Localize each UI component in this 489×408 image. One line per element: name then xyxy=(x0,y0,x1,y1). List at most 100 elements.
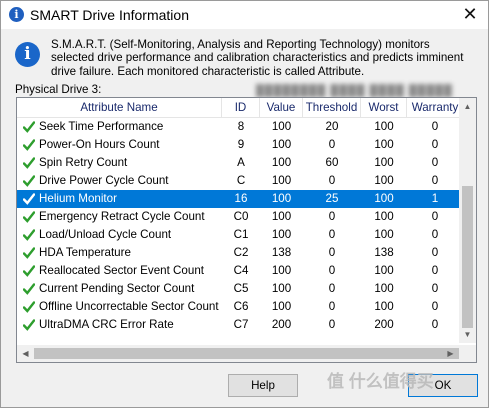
table-row[interactable]: Offline Uncorrectable Sector Count C6 100 0… xyxy=(17,298,463,316)
table-row[interactable]: UltraDMA CRC Error Rate C7 200 0 200 0 xyxy=(17,316,463,334)
horizontal-scrollbar[interactable]: ◀ ▶ xyxy=(17,345,459,362)
checkmark-icon xyxy=(23,193,35,205)
cell-attribute-name: Helium Monitor xyxy=(17,190,222,208)
cell-worst: 100 xyxy=(374,282,394,295)
cell-worst: 200 xyxy=(374,318,394,331)
cell-value: 100 xyxy=(271,300,292,313)
column-header-worst[interactable]: Worst xyxy=(361,98,407,117)
cell-value: 200 xyxy=(271,318,292,331)
attribute-name-label: Power-On Hours Count xyxy=(39,138,160,151)
table-row[interactable]: Reallocated Sector Event Count C4 100 0 100 0 xyxy=(17,262,463,280)
vertical-scrollbar[interactable]: ▲ ▼ xyxy=(459,98,476,343)
table-row[interactable]: HDA Temperature C2 138 0 138 0 xyxy=(17,244,463,262)
table-row[interactable]: Seek Time Performance 8 100 20 100 0 xyxy=(17,118,463,136)
attribute-name-label: Drive Power Cycle Count xyxy=(39,174,169,187)
column-header-value[interactable]: Value xyxy=(260,98,303,117)
cell-warranty: 0 xyxy=(431,318,439,331)
table-row[interactable]: Load/Unload Cycle Count C1 100 0 100 0 xyxy=(17,226,463,244)
cell-warranty: 0 xyxy=(431,228,439,241)
cell-threshold: 25 xyxy=(325,192,339,205)
cell-value: 100 xyxy=(271,192,292,205)
cell-worst: 100 xyxy=(374,138,394,151)
cell-warranty: 0 xyxy=(431,282,439,295)
cell-worst: 100 xyxy=(374,228,394,241)
table-row[interactable]: Current Pending Sector Count C5 100 0 100 0 xyxy=(17,280,463,298)
list-header: Attribute Name ID Value Threshold Worst … xyxy=(17,98,463,118)
scroll-left-arrow-icon[interactable]: ◀ xyxy=(17,345,34,362)
cell-value: 100 xyxy=(271,120,292,133)
cell-attribute-name: Reallocated Sector Event Count xyxy=(17,262,222,280)
cell-id: 16 xyxy=(234,192,248,205)
cell-attribute-name: Offline Uncorrectable Sector Count xyxy=(17,298,222,316)
cell-warranty: 0 xyxy=(431,210,439,223)
attribute-name-label: Helium Monitor xyxy=(39,192,117,205)
cell-value: 100 xyxy=(271,228,292,241)
cell-id: 9 xyxy=(237,138,245,151)
attribute-name-label: Reallocated Sector Event Count xyxy=(39,264,204,277)
cell-warranty: 0 xyxy=(431,138,439,151)
attribute-name-label: Spin Retry Count xyxy=(39,156,128,169)
attribute-rows: Seek Time Performance 8 100 20 100 0 Power-On … xyxy=(17,118,463,334)
cell-worst: 100 xyxy=(374,264,394,277)
checkmark-icon xyxy=(23,211,35,223)
smart-dialog: i SMART Drive Information ✕ i S.M.A.R.T.… xyxy=(0,0,489,408)
cell-id: C0 xyxy=(233,210,249,223)
checkmark-icon xyxy=(23,229,35,241)
checkmark-icon xyxy=(23,157,35,169)
horizontal-scroll-thumb[interactable] xyxy=(34,348,459,359)
physical-drive-value: ████████ ████ ████ █████ xyxy=(256,85,453,97)
checkmark-icon xyxy=(23,319,35,331)
table-row[interactable]: Power-On Hours Count 9 100 0 100 0 xyxy=(17,136,463,154)
checkmark-icon xyxy=(23,175,35,187)
cell-value: 100 xyxy=(271,174,292,187)
cell-warranty: 1 xyxy=(431,192,439,205)
cell-attribute-name: Power-On Hours Count xyxy=(17,136,222,154)
checkmark-icon xyxy=(23,301,35,313)
description-text: S.M.A.R.T. (Self-Monitoring, Analysis an… xyxy=(51,38,464,78)
help-button[interactable]: Help xyxy=(228,374,298,397)
table-row[interactable]: Helium Monitor 16 100 25 100 1 xyxy=(17,190,463,208)
cell-id: 8 xyxy=(237,120,245,133)
cell-value: 100 xyxy=(271,210,292,223)
cell-attribute-name: Load/Unload Cycle Count xyxy=(17,226,222,244)
physical-drive-label: Physical Drive 3: xyxy=(15,83,102,96)
scrollbar-corner xyxy=(459,345,476,362)
vertical-scroll-thumb[interactable] xyxy=(462,186,473,328)
cell-threshold: 0 xyxy=(328,138,336,151)
cell-value: 100 xyxy=(271,264,292,277)
attribute-name-label: Current Pending Sector Count xyxy=(39,282,195,295)
scroll-right-arrow-icon[interactable]: ▶ xyxy=(442,345,459,362)
cell-worst: 100 xyxy=(374,300,394,313)
cell-id: C1 xyxy=(233,228,249,241)
scroll-down-arrow-icon[interactable]: ▼ xyxy=(459,326,476,343)
cell-threshold: 0 xyxy=(328,246,336,259)
cell-id: C4 xyxy=(233,264,249,277)
column-header-warranty[interactable]: Warranty xyxy=(407,98,463,117)
cell-attribute-name: Seek Time Performance xyxy=(17,118,222,136)
cell-attribute-name: Emergency Retract Cycle Count xyxy=(17,208,222,226)
scroll-up-arrow-icon[interactable]: ▲ xyxy=(459,98,476,115)
table-row[interactable]: Emergency Retract Cycle Count C0 100 0 100 0 xyxy=(17,208,463,226)
attribute-list[interactable]: Attribute Name ID Value Threshold Worst … xyxy=(16,97,477,363)
cell-id: C5 xyxy=(233,282,249,295)
cell-id: C xyxy=(236,174,246,187)
column-header-attribute-name[interactable]: Attribute Name xyxy=(17,98,222,117)
table-row[interactable]: Drive Power Cycle Count C 100 0 100 0 xyxy=(17,172,463,190)
info-icon: i xyxy=(9,7,24,22)
attribute-name-label: Emergency Retract Cycle Count xyxy=(39,210,205,223)
cell-threshold: 0 xyxy=(328,174,336,187)
cell-value: 100 xyxy=(271,282,292,295)
checkmark-icon xyxy=(23,139,35,151)
cell-threshold: 0 xyxy=(328,318,336,331)
cell-value: 100 xyxy=(271,138,292,151)
table-row[interactable]: Spin Retry Count A 100 60 100 0 xyxy=(17,154,463,172)
column-header-threshold[interactable]: Threshold xyxy=(303,98,361,117)
cell-worst: 100 xyxy=(374,192,394,205)
checkmark-icon xyxy=(23,121,35,133)
cell-warranty: 0 xyxy=(431,174,439,187)
close-button[interactable]: ✕ xyxy=(452,1,488,29)
cell-id: C2 xyxy=(233,246,249,259)
window-title: SMART Drive Information xyxy=(30,7,189,23)
column-header-id[interactable]: ID xyxy=(222,98,260,117)
cell-threshold: 0 xyxy=(328,210,336,223)
